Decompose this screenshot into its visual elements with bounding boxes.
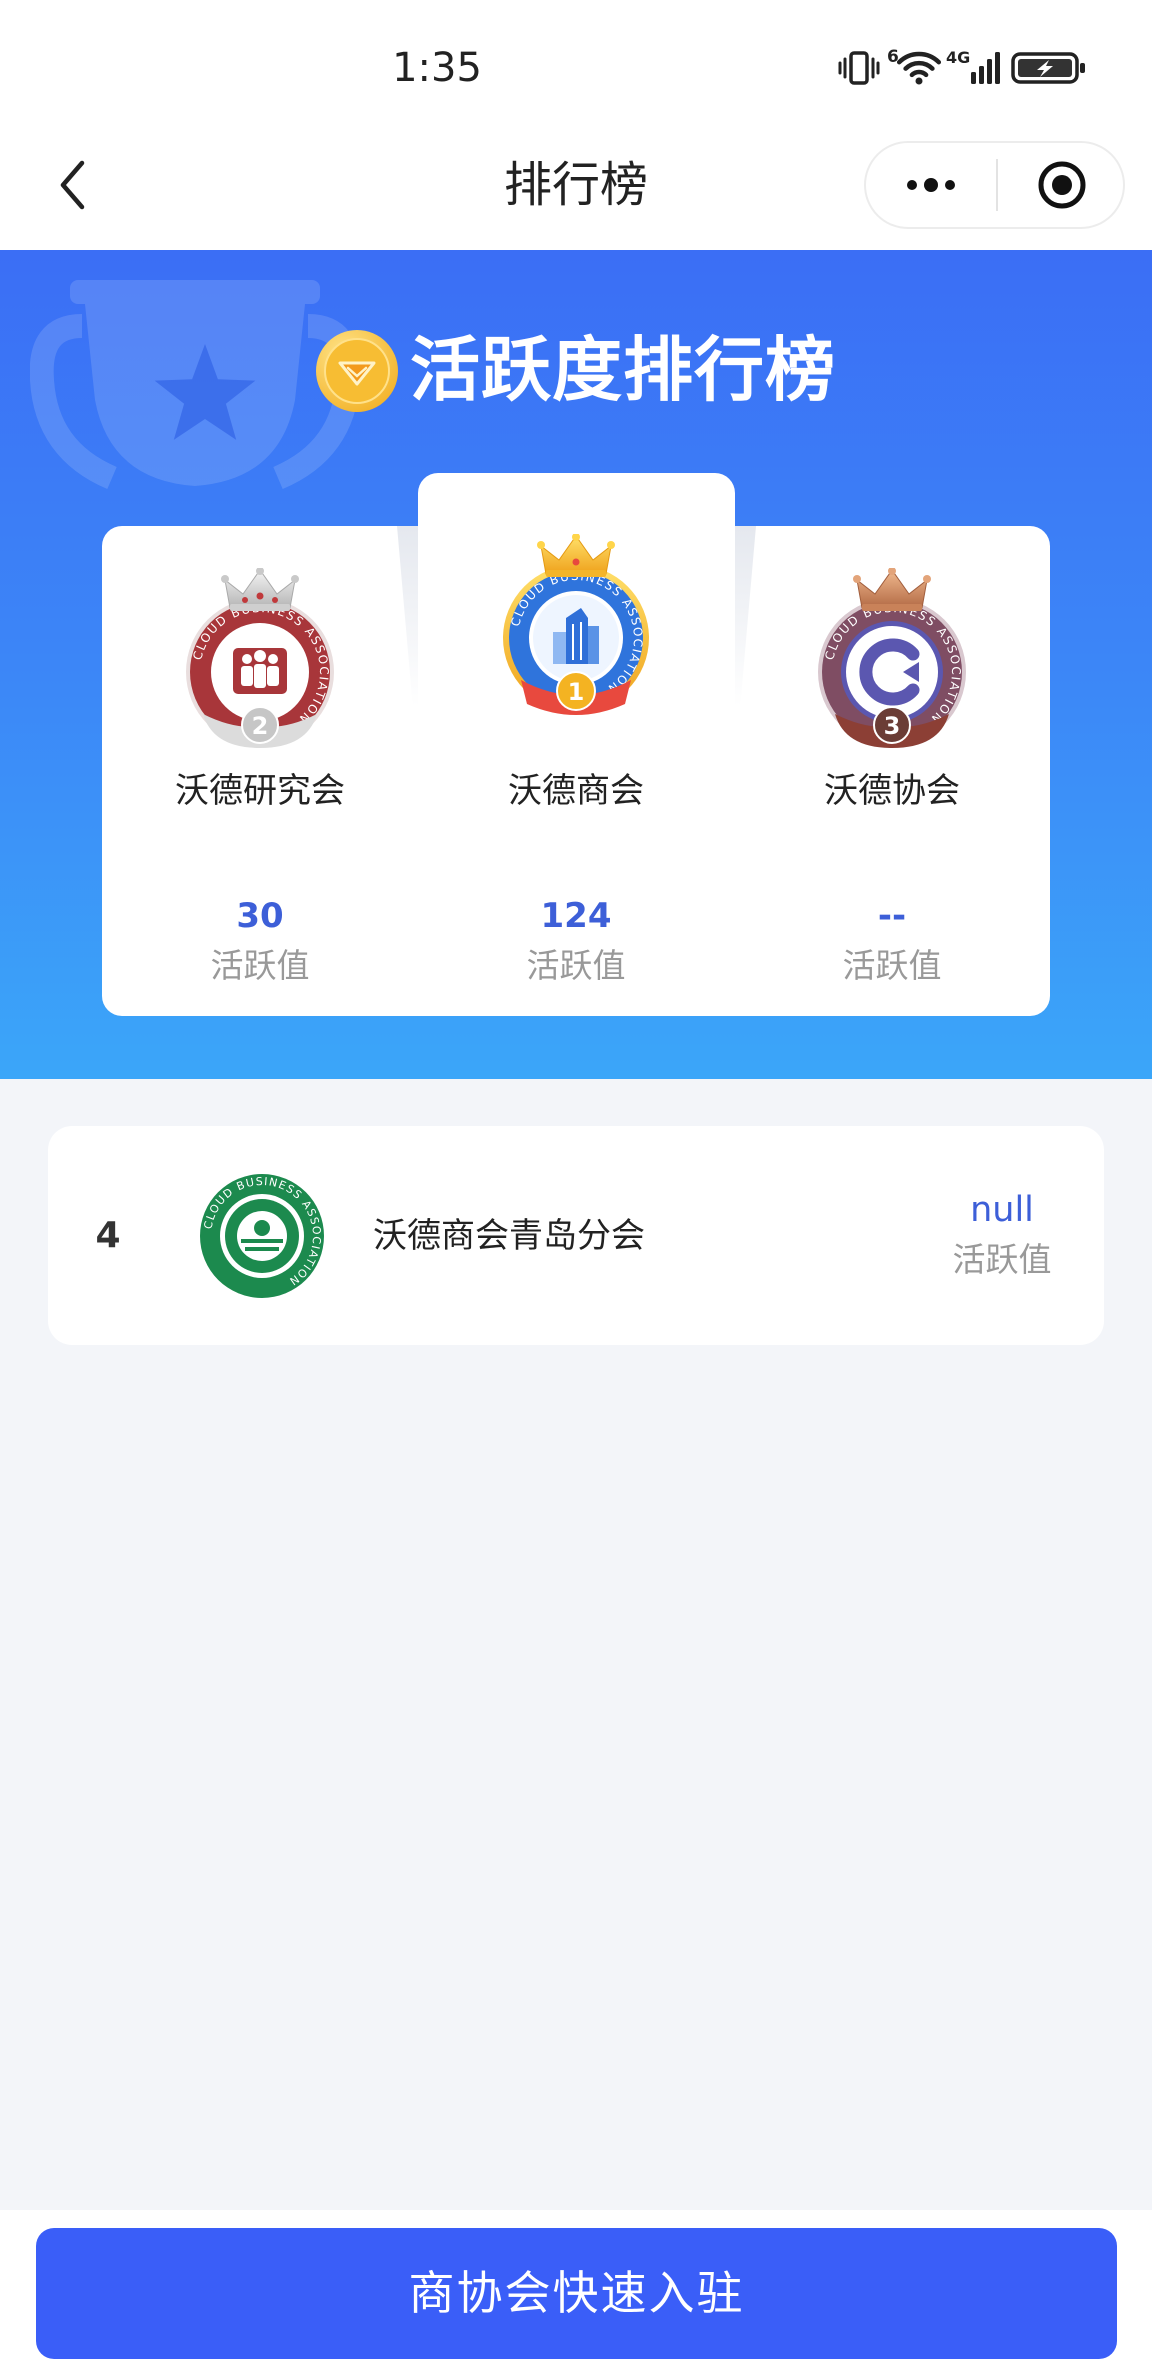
podium-item-rank-1[interactable]: CLOUD BUSINESS ASSOCIATION 1 沃德商会 124 活跃… <box>418 473 734 1016</box>
podium-activity-label: 活跃值 <box>210 946 310 985</box>
silver-crown-icon <box>221 568 299 611</box>
podium-name: 沃德协会 <box>824 771 960 811</box>
signal-icon <box>971 52 1000 84</box>
nav-bar: 排行榜 <box>0 128 1152 250</box>
podium-activity-label: 活跃值 <box>842 946 942 985</box>
more-dots-icon <box>907 178 955 192</box>
wifi-icon <box>896 51 942 85</box>
podium-activity-value: 30 <box>236 896 284 936</box>
podium-name: 沃德研究会 <box>175 771 345 811</box>
more-button[interactable] <box>866 143 996 227</box>
status-bar: 1:35 6 4G <box>0 0 1152 128</box>
ranking-title: 活跃度排行榜 <box>410 329 836 411</box>
list-item-activity-label: 活跃值 <box>952 1240 1052 1279</box>
gold-medal-icon <box>316 330 398 412</box>
close-button[interactable] <box>998 143 1125 227</box>
target-circle-icon <box>1038 161 1086 209</box>
bronze-crown-icon <box>853 568 931 611</box>
gold-crown-icon <box>537 534 615 577</box>
podium-item-rank-2[interactable]: CLOUD BUSINESS ASSOCIATION 2 沃德研究会 30 活跃… <box>102 473 418 1016</box>
signal-label: 4G <box>946 48 971 67</box>
podium-name: 沃德商会 <box>508 771 644 811</box>
list-item-name: 沃德商会青岛分会 <box>373 1216 645 1256</box>
association-badge-gold: CLOUD BUSINESS ASSOCIATION 1 <box>503 534 649 715</box>
vibrate-icon <box>838 51 880 85</box>
quick-join-button[interactable]: 商协会快速入驻 <box>36 2228 1117 2359</box>
association-badge-bronze: CLOUD BUSINESS ASSOCIATION 3 <box>818 568 966 748</box>
rank-number: 2 <box>252 712 269 740</box>
list-item-activity-value: null <box>970 1190 1034 1230</box>
rank-number: 3 <box>884 712 901 740</box>
podium-activity-value: 124 <box>540 896 612 936</box>
podium-activity-label: 活跃值 <box>526 946 626 985</box>
podium-item-rank-3[interactable]: CLOUD BUSINESS ASSOCIATION 3 沃德协会 -- 活跃值 <box>734 473 1050 1016</box>
rank-number: 1 <box>568 678 585 706</box>
association-logo-green: CLOUD BUSINESS ASSOCIATION <box>200 1174 324 1298</box>
list-item-rank: 4 <box>95 1215 121 1256</box>
mini-program-capsule <box>864 141 1125 229</box>
podium-activity-value: -- <box>877 896 907 936</box>
status-time: 1:35 <box>392 45 482 91</box>
battery-charging-icon <box>1011 52 1085 84</box>
association-badge-silver: CLOUD BUSINESS ASSOCIATION 2 <box>186 568 334 748</box>
footer-bar: 商协会快速入驻 <box>0 2210 1152 2376</box>
